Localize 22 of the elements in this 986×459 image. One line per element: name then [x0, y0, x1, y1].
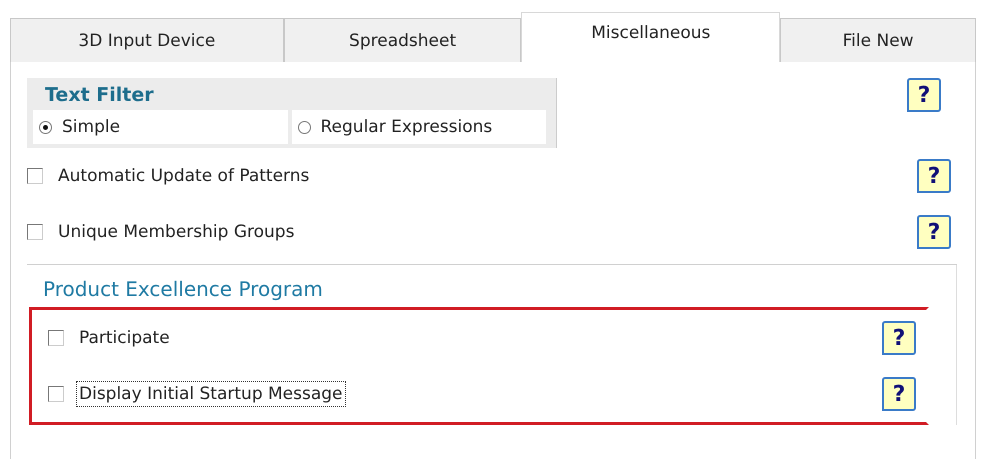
checkbox[interactable] — [48, 330, 64, 346]
checkbox-label[interactable]: Participate — [76, 325, 173, 351]
radio-button[interactable] — [39, 120, 52, 134]
checkbox[interactable] — [27, 168, 43, 184]
tab[interactable]: File New — [780, 18, 976, 62]
checkbox-label[interactable]: Display Initial Startup Message — [76, 381, 346, 407]
help-button[interactable]: ? — [907, 78, 941, 112]
tab[interactable]: 3D Input Device — [10, 18, 284, 62]
radio-button[interactable] — [298, 120, 310, 134]
help-button[interactable]: ? — [882, 321, 916, 355]
checkbox-label[interactable]: Automatic Update of Patterns — [55, 163, 312, 189]
radio-label[interactable]: Simple — [62, 117, 120, 137]
group-title: Text Filter — [45, 84, 155, 106]
checkbox-label[interactable]: Unique Membership Groups — [55, 219, 298, 245]
section-title: Product Excellence Program — [43, 277, 324, 301]
help-button[interactable]: ? — [917, 215, 951, 249]
checkbox[interactable] — [27, 224, 43, 240]
checkbox[interactable] — [48, 386, 64, 402]
help-button[interactable]: ? — [882, 377, 916, 411]
tab[interactable]: Spreadsheet — [284, 18, 522, 62]
tab[interactable]: Miscellaneous — [521, 12, 780, 62]
help-button[interactable]: ? — [917, 159, 951, 193]
